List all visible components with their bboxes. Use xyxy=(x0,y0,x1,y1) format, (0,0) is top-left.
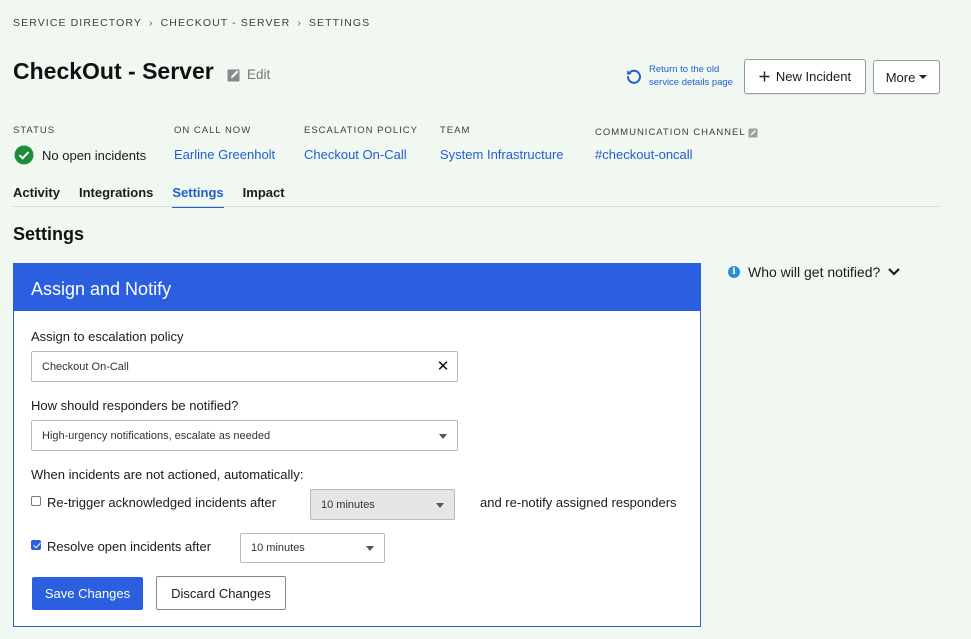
breadcrumb-separator: › xyxy=(148,17,154,29)
retrigger-checkbox[interactable] xyxy=(31,496,41,506)
discard-changes-button[interactable]: Discard Changes xyxy=(156,576,286,610)
notification-urgency-value: High-urgency notifications, escalate as … xyxy=(42,429,271,442)
more-button[interactable]: More xyxy=(873,60,940,94)
retrigger-interval-select[interactable]: 10 minutes xyxy=(310,489,455,520)
notification-urgency-select[interactable]: High-urgency notifications, escalate as … xyxy=(31,420,458,451)
on-call-user-link[interactable]: Earline Greenholt xyxy=(174,147,275,162)
clear-icon[interactable]: ✕ xyxy=(436,359,450,374)
status-label: STATUS xyxy=(13,125,56,136)
tab-impact[interactable]: Impact xyxy=(243,185,285,208)
escalation-policy-label: ESCALATION POLICY xyxy=(304,125,418,136)
old-page-line-1: Return to the old xyxy=(649,64,720,75)
team-label: TEAM xyxy=(440,125,471,136)
breadcrumb: SERVICE DIRECTORY › CHECKOUT - SERVER › SETT… xyxy=(13,17,370,29)
breadcrumb-separator: › xyxy=(297,17,302,29)
check-circle-icon xyxy=(14,145,34,165)
edit-label: Edit xyxy=(247,67,271,82)
escalation-policy-link[interactable]: Checkout On-Call xyxy=(304,147,407,162)
tab-activity[interactable]: Activity xyxy=(13,185,60,208)
caret-down-icon xyxy=(436,502,444,508)
old-page-line-2: service details page xyxy=(649,77,733,88)
edit-icon[interactable] xyxy=(748,128,758,138)
resolve-interval-value: 10 minutes xyxy=(251,542,305,554)
more-label: More xyxy=(885,69,916,85)
assign-notify-panel: Assign and Notify Assign to escalation p… xyxy=(13,263,701,627)
team-link[interactable]: System Infrastructure xyxy=(440,147,564,162)
breadcrumb-settings: SETTINGS xyxy=(308,17,371,29)
communication-channel-label: COMMUNICATION CHANNEL xyxy=(595,127,746,138)
chevron-down-icon xyxy=(888,268,901,276)
caret-down-icon xyxy=(366,546,374,551)
tab-bar: Activity Integrations Settings Impact xyxy=(13,185,304,208)
escalation-policy-field-label: Assign to escalation policy xyxy=(31,329,184,344)
communication-channel-link[interactable]: #checkout-oncall xyxy=(595,147,693,162)
edit-icon xyxy=(227,69,240,81)
undo-icon xyxy=(627,69,641,84)
auto-action-label: When incidents are not actioned, automat… xyxy=(31,467,304,482)
breadcrumb-service-directory[interactable]: SERVICE DIRECTORY xyxy=(13,17,142,29)
new-incident-label: New Incident xyxy=(775,69,852,84)
retrigger-suffix: and re-notify assigned responders xyxy=(480,495,677,510)
caret-down-icon xyxy=(919,75,928,79)
panel-title: Assign and Notify xyxy=(14,264,700,311)
status-value-wrap: No open incidents xyxy=(14,145,146,165)
tab-integrations[interactable]: Integrations xyxy=(79,185,153,208)
info-icon: i xyxy=(728,266,740,278)
caret-down-icon xyxy=(439,433,447,439)
resolve-label: Resolve open incidents after xyxy=(47,539,212,554)
tabs-divider xyxy=(13,206,940,207)
resolve-checkbox[interactable] xyxy=(31,540,41,550)
communication-channel-header: COMMUNICATION CHANNEL xyxy=(595,127,758,138)
page-title: CheckOut - Server xyxy=(13,58,214,84)
save-changes-button[interactable]: Save Changes xyxy=(32,577,143,610)
escalation-policy-select-value: Checkout On-Call xyxy=(42,360,129,373)
escalation-policy-select[interactable]: Checkout On-Call ✕ xyxy=(31,351,458,382)
who-will-get-notified-toggle[interactable]: i Who will get notified? xyxy=(728,264,901,280)
retrigger-interval-value: 10 minutes xyxy=(321,498,375,511)
old-service-page-link[interactable]: Return to the old service details page xyxy=(625,63,733,89)
retrigger-label: Re-trigger acknowledged incidents after xyxy=(47,495,277,510)
section-title: Settings xyxy=(13,224,85,244)
new-incident-button[interactable]: New Incident xyxy=(744,59,866,94)
plus-icon xyxy=(759,71,770,82)
edit-title-button[interactable]: Edit xyxy=(227,67,270,82)
notify-field-label: How should responders be notified? xyxy=(31,398,239,413)
tab-settings[interactable]: Settings xyxy=(172,185,224,208)
resolve-interval-select[interactable]: 10 minutes xyxy=(240,533,385,563)
status-value: No open incidents xyxy=(42,147,147,163)
who-will-get-notified-label: Who will get notified? xyxy=(748,264,881,280)
breadcrumb-checkout-server[interactable]: CHECKOUT - SERVER xyxy=(161,17,291,29)
on-call-label: ON CALL NOW xyxy=(174,125,252,136)
